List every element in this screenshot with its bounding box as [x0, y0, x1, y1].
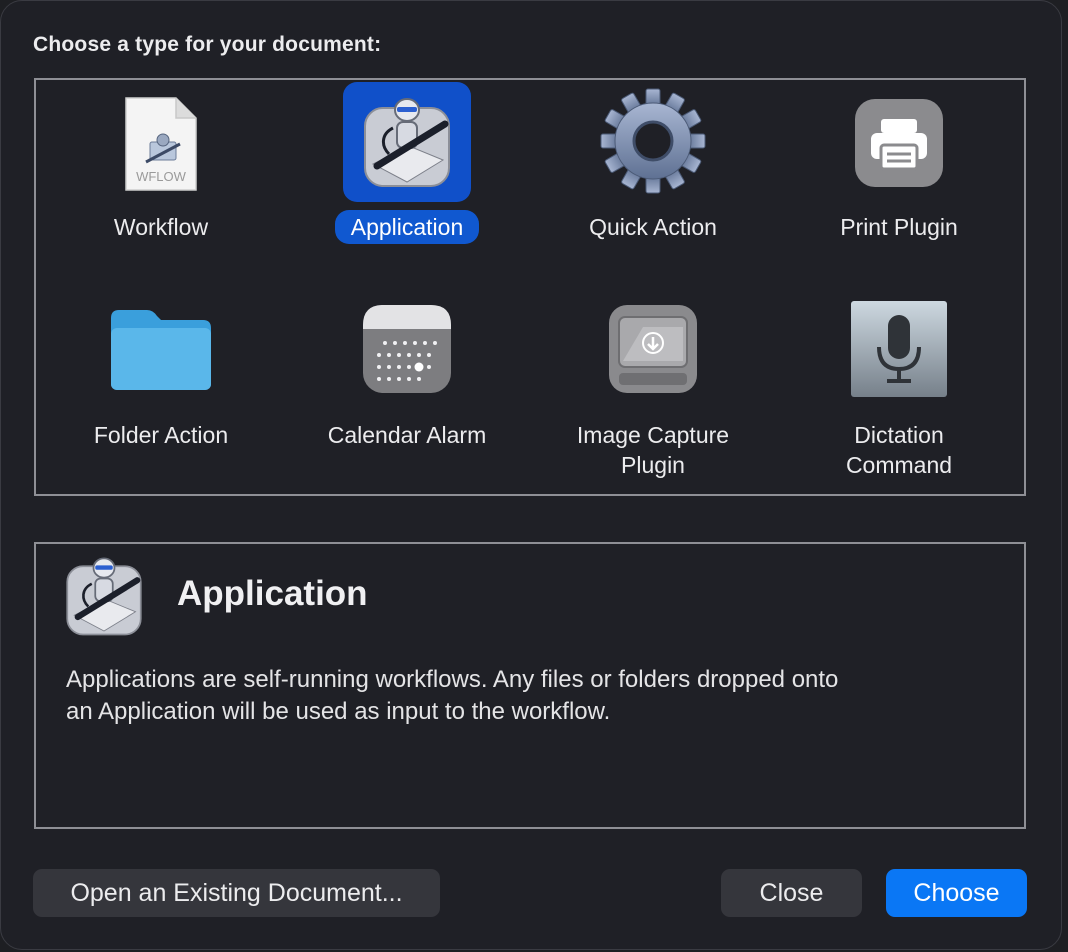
open-existing-document-button[interactable]: Open an Existing Document...: [33, 869, 440, 917]
folder-icon: [109, 308, 213, 392]
type-print-plugin-label: Print Plugin: [840, 214, 958, 240]
description-app-icon: [62, 552, 146, 640]
type-dictation-command[interactable]: Dictation Command: [776, 294, 1022, 484]
type-image-capture-plugin-label: Image Capture Plugin: [576, 422, 730, 478]
close-button[interactable]: Close: [721, 869, 862, 917]
type-dictation-command-label: Dictation Command: [845, 422, 953, 478]
description-panel: Application Applications are self-runnin…: [34, 542, 1026, 829]
dialog-heading: Choose a type for your document:: [33, 33, 382, 56]
description-text: Applications are self-running workflows.…: [66, 666, 839, 725]
calendar-icon: [362, 304, 452, 394]
microphone-icon: [850, 300, 948, 398]
type-quick-action-label: Quick Action: [589, 214, 717, 240]
type-workflow[interactable]: WFLOW Workflow: [38, 92, 284, 262]
type-folder-action[interactable]: Folder Action: [38, 294, 284, 474]
type-folder-action-label: Folder Action: [93, 422, 229, 448]
gear-icon: [598, 86, 708, 196]
type-workflow-label: Workflow: [113, 214, 209, 240]
description-title: Application: [177, 574, 368, 613]
new-document-dialog: Choose a type for your document: WFLOW W…: [0, 0, 1062, 950]
automator-robot-icon: [357, 92, 457, 192]
svg-text:WFLOW: WFLOW: [136, 169, 187, 184]
type-image-capture-plugin[interactable]: Image Capture Plugin: [530, 294, 776, 484]
image-capture-icon: [608, 304, 698, 394]
workflow-file-icon: WFLOW: [121, 96, 201, 192]
choose-button[interactable]: Choose: [886, 869, 1027, 917]
type-application-label: Application: [284, 210, 530, 244]
printer-icon: [854, 98, 944, 188]
type-print-plugin[interactable]: Print Plugin: [776, 82, 1022, 262]
type-application[interactable]: Application: [284, 82, 530, 262]
document-type-grid: WFLOW Workflow Application Quick Action …: [34, 78, 1026, 496]
type-calendar-alarm[interactable]: Calendar Alarm: [284, 294, 530, 474]
type-quick-action[interactable]: Quick Action: [530, 82, 776, 262]
type-calendar-alarm-label: Calendar Alarm: [327, 422, 487, 448]
